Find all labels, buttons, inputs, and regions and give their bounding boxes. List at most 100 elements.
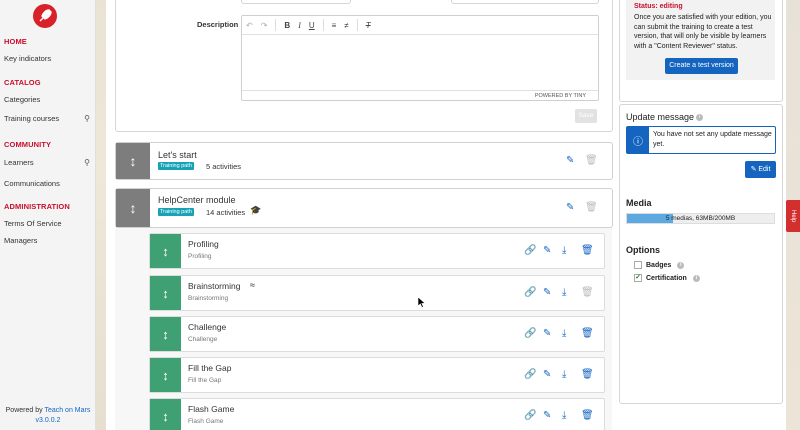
- sidebar-item-terms-of-service[interactable]: Terms Of Service: [4, 219, 90, 228]
- info-icon[interactable]: i: [692, 274, 700, 282]
- training-path-badge: Training path: [158, 208, 194, 216]
- sidebar-item-label: Managers: [4, 236, 38, 245]
- drag-handle-icon[interactable]: ↕: [150, 276, 181, 310]
- activity-subtitle: Challenge: [188, 336, 218, 343]
- underline-icon[interactable]: U: [309, 21, 315, 30]
- editor-powered-by[interactable]: POWERED BY TINY: [535, 93, 586, 99]
- module-title: HelpCenter module: [158, 195, 236, 205]
- help-tab[interactable]: Help: [786, 200, 800, 232]
- certification-checkbox[interactable]: ✓: [634, 274, 642, 282]
- activity-row: ↕ Fill the Gap Fill the Gap 🔗 ✎ ⤓ 🗑: [149, 357, 605, 393]
- drag-handle-icon[interactable]: ↕: [116, 143, 150, 179]
- info-icon[interactable]: i: [696, 114, 704, 122]
- drag-handle-icon[interactable]: ↕: [116, 189, 150, 227]
- link-icon[interactable]: 🔗: [524, 410, 536, 421]
- info-icon[interactable]: i: [677, 261, 685, 269]
- edit-pencil-icon[interactable]: ✎: [543, 328, 551, 339]
- download-icon[interactable]: ⤓: [562, 328, 566, 339]
- activity-title: Challenge: [188, 322, 227, 332]
- form-field-top-right[interactable]: [451, 0, 599, 4]
- edit-pencil-icon[interactable]: ✎: [543, 369, 551, 380]
- activity-title: Brainstorming: [188, 281, 241, 291]
- edit-pencil-icon[interactable]: ✎: [543, 287, 551, 298]
- sidebar-item-key-indicators[interactable]: Key indicators: [4, 54, 90, 63]
- sidebar-item-communications[interactable]: Communications: [4, 179, 90, 188]
- download-icon[interactable]: ⤓: [562, 369, 566, 380]
- link-icon[interactable]: 🔗: [524, 369, 536, 380]
- edit-button-label: Edit: [758, 166, 771, 173]
- search-icon[interactable]: ⚲: [84, 158, 90, 167]
- trash-icon[interactable]: 🗑: [581, 369, 594, 380]
- media-usage-text: 5 medias, 63MB/200MB: [665, 215, 736, 222]
- sidebar-item-learners[interactable]: Learners ⚲: [4, 158, 90, 167]
- sidebar-item-managers[interactable]: Managers: [4, 236, 90, 245]
- activity-subtitle: Flash Game: [188, 418, 224, 425]
- activity-subtitle: Profiling: [188, 253, 212, 260]
- option-label: Badges: [646, 261, 672, 269]
- bullet-list-icon[interactable]: ≡: [332, 21, 337, 30]
- drag-handle-icon[interactable]: ↕: [150, 234, 181, 268]
- trash-icon[interactable]: 🗑: [581, 410, 594, 421]
- sidebar-item-label: Communications: [4, 179, 60, 188]
- status-description: Once you are satisfied with your edition…: [634, 14, 772, 50]
- download-icon[interactable]: ⤓: [562, 410, 566, 421]
- undo-icon[interactable]: ↶: [246, 21, 253, 30]
- activity-title: Flash Game: [188, 404, 235, 414]
- certification-option[interactable]: ✓ Certification i: [634, 274, 700, 282]
- link-icon[interactable]: 🔗: [524, 245, 536, 256]
- badges-option[interactable]: Badges i: [634, 261, 685, 269]
- badges-checkbox[interactable]: [634, 261, 642, 269]
- edit-pencil-icon[interactable]: ✎: [543, 245, 551, 256]
- edit-pencil-icon[interactable]: ✎: [566, 202, 574, 213]
- trash-icon: 🗑: [581, 287, 594, 298]
- sidebar-section-home: HOME: [4, 37, 27, 46]
- sidebar-item-label: Terms Of Service: [4, 219, 62, 228]
- link-icon[interactable]: 🔗: [524, 328, 536, 339]
- sidebar-item-categories[interactable]: Categories: [4, 95, 90, 104]
- download-icon[interactable]: ⤓: [562, 245, 566, 256]
- sidebar-item-training-courses[interactable]: Training courses ⚲: [4, 114, 90, 123]
- numbered-list-icon[interactable]: ≠: [344, 21, 348, 30]
- activity-title: Profiling: [188, 239, 219, 249]
- editor-footer: POWERED BY TINY: [242, 90, 598, 100]
- form-field-top[interactable]: [241, 0, 351, 4]
- toolbar-divider: [275, 19, 277, 31]
- editor-content-area[interactable]: [242, 35, 598, 91]
- activity-subtitle: Brainstorming: [188, 295, 229, 302]
- save-button[interactable]: Save: [575, 109, 597, 123]
- trash-icon[interactable]: 🗑: [581, 245, 594, 256]
- link-icon[interactable]: 🔗: [524, 287, 536, 298]
- edit-pencil-icon[interactable]: ✎: [566, 155, 574, 166]
- description-label: Description: [197, 20, 239, 29]
- trash-icon: 🗑: [585, 202, 598, 213]
- activity-row: ↕ Profiling Profiling 🔗 ✎ ⤓ 🗑: [149, 233, 605, 269]
- update-message-heading: Update message i: [626, 112, 704, 122]
- create-test-version-button[interactable]: Create a test version: [665, 58, 738, 74]
- trash-icon[interactable]: 🗑: [581, 328, 594, 339]
- brand-link[interactable]: Teach on Mars: [44, 407, 90, 414]
- drag-handle-icon[interactable]: ↕: [150, 358, 181, 392]
- activity-row: ↕ Flash Game Flash Game 🔗 ✎ ⤓ 🗑: [149, 398, 605, 430]
- drag-handle-icon[interactable]: ↕: [150, 399, 181, 430]
- bold-icon[interactable]: B: [284, 21, 290, 30]
- sidebar-item-label: Learners: [4, 158, 34, 167]
- graduation-cap-icon: 🎓: [250, 205, 262, 215]
- powered-prefix: Powered by: [5, 407, 45, 414]
- notice-text: You have not set any update message yet.: [653, 131, 772, 148]
- sidebar-item-label: Training courses: [4, 114, 60, 123]
- media-usage-bar: 5 medias, 63MB/200MB: [626, 213, 775, 224]
- app-logo[interactable]: [33, 4, 57, 28]
- wifi-icon: ≈: [250, 280, 255, 290]
- drag-handle-icon[interactable]: ↕: [150, 317, 181, 351]
- activity-title: Fill the Gap: [188, 363, 232, 373]
- italic-icon[interactable]: I: [298, 21, 301, 30]
- search-icon[interactable]: ⚲: [84, 114, 90, 123]
- edit-update-message-button[interactable]: ✎ Edit: [745, 161, 776, 178]
- activity-count: 5 activities: [206, 162, 242, 171]
- activity-row: ↕ Challenge Challenge 🔗 ✎ ⤓ 🗑: [149, 316, 605, 352]
- download-icon[interactable]: ⤓: [562, 287, 566, 298]
- description-editor[interactable]: ↶ ↷ B I U ≡ ≠ T POWERED BY TINY: [241, 15, 599, 101]
- edit-pencil-icon[interactable]: ✎: [543, 410, 551, 421]
- redo-icon[interactable]: ↷: [261, 21, 268, 30]
- clear-format-icon[interactable]: T: [366, 21, 371, 30]
